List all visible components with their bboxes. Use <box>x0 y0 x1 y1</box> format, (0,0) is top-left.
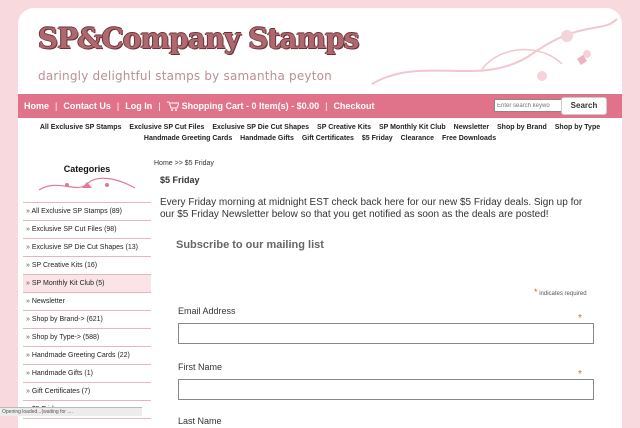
category-item[interactable]: All Exclusive SP Stamps (89) <box>23 203 151 221</box>
search-button[interactable]: Search <box>561 97 607 115</box>
catlink-handmade-gifts[interactable]: Handmade Gifts <box>240 135 294 142</box>
category-item[interactable]: Newsletter <box>23 293 151 311</box>
main-navbar: Home | Contact Us | Log In | Shopping Ca… <box>18 94 622 118</box>
catlink-greeting-cards[interactable]: Handmade Greeting Cards <box>144 135 232 142</box>
category-item[interactable]: Exclusive SP Cut Files (98) <box>23 221 151 239</box>
category-links-bar: All Exclusive SP Stamps Exclusive SP Cut… <box>18 122 622 144</box>
breadcrumb[interactable]: Home >> $5 Friday <box>154 160 604 167</box>
catlink-creative-kits[interactable]: SP Creative Kits <box>317 124 371 131</box>
catlink-monthly-kit-club[interactable]: SP Monthly Kit Club <box>379 124 446 131</box>
site-tagline: daringly delightful stamps by samantha p… <box>38 69 332 83</box>
category-item[interactable]: Shop by Type-> (588) <box>23 329 151 347</box>
category-item[interactable]: Handmade Gifts (1) <box>23 365 151 383</box>
intro-text: Every Friday morning at midnight EST che… <box>160 197 583 220</box>
catlink-cut-files[interactable]: Exclusive SP Cut Files <box>129 124 204 131</box>
nav-login[interactable]: Log In <box>119 101 158 111</box>
required-star: * <box>534 287 538 297</box>
catlink-gift-certificates[interactable]: Gift Certificates <box>302 135 354 142</box>
category-item[interactable]: Exclusive SP Die Cut Shapes (13) <box>23 239 151 257</box>
nav-home[interactable]: Home <box>18 101 55 111</box>
catlink-shop-by-type[interactable]: Shop by Type <box>555 124 600 131</box>
browser-status-bar: Opening loaded...(waiting for .... <box>0 407 142 416</box>
catlink-free-downloads[interactable]: Free Downloads <box>442 135 496 142</box>
nav-checkout[interactable]: Checkout <box>327 101 380 111</box>
category-list: All Exclusive SP Stamps (89) Exclusive S… <box>23 202 151 419</box>
nav-cart[interactable]: Shopping Cart - 0 Item(s) - $0.00 <box>161 101 326 111</box>
nav-cart-label: Shopping Cart - 0 Item(s) - $0.00 <box>181 101 320 111</box>
search-input[interactable] <box>494 99 562 112</box>
category-item[interactable]: Gift Certificates (7) <box>23 383 151 401</box>
last-name-label: Last Name <box>178 416 222 426</box>
first-name-field[interactable] <box>178 379 594 400</box>
sidebar-title: Categories <box>63 164 111 174</box>
required-note-text: indicates required <box>539 291 587 297</box>
category-item[interactable]: Handmade Greeting Cards (22) <box>23 347 151 365</box>
catlink-all-exclusive-stamps[interactable]: All Exclusive SP Stamps <box>40 124 122 131</box>
catlink-shop-by-brand[interactable]: Shop by Brand <box>497 124 547 131</box>
nav-contact[interactable]: Contact Us <box>57 101 117 111</box>
site-logo[interactable]: SP&Company Stamps <box>38 22 360 55</box>
page-title: $5 Friday <box>160 175 200 185</box>
category-item[interactable]: SP Monthly Kit Club (5) <box>23 275 151 293</box>
catlink-clearance[interactable]: Clearance <box>401 135 434 142</box>
first-name-label: First Name <box>178 362 223 372</box>
page-container: SP&Company Stamps daringly delightful st… <box>18 8 622 428</box>
subscribe-heading: Subscribe to our mailing list <box>176 239 324 251</box>
catlink-newsletter[interactable]: Newsletter <box>454 124 489 131</box>
email-field[interactable] <box>178 323 594 344</box>
sidebar-flourish-icon <box>38 177 136 191</box>
email-label: Email Address <box>178 306 236 316</box>
header: SP&Company Stamps daringly delightful st… <box>18 8 622 94</box>
shopping-cart-icon <box>166 101 179 111</box>
catlink-die-cut-shapes[interactable]: Exclusive SP Die Cut Shapes <box>212 124 309 131</box>
required-note: * indicates required <box>534 287 587 297</box>
catlink-5-friday[interactable]: $5 Friday <box>362 135 393 142</box>
flourish-decoration-icon <box>371 18 618 85</box>
main-content: Home >> $5 Friday $5 Friday Every Friday… <box>154 160 604 426</box>
category-item[interactable]: SP Creative Kits (16) <box>23 257 151 275</box>
category-item[interactable]: Shop by Brand-> (621) <box>23 311 151 329</box>
sidebar: Categories All Exclusive SP Stamps (89) … <box>23 158 151 419</box>
